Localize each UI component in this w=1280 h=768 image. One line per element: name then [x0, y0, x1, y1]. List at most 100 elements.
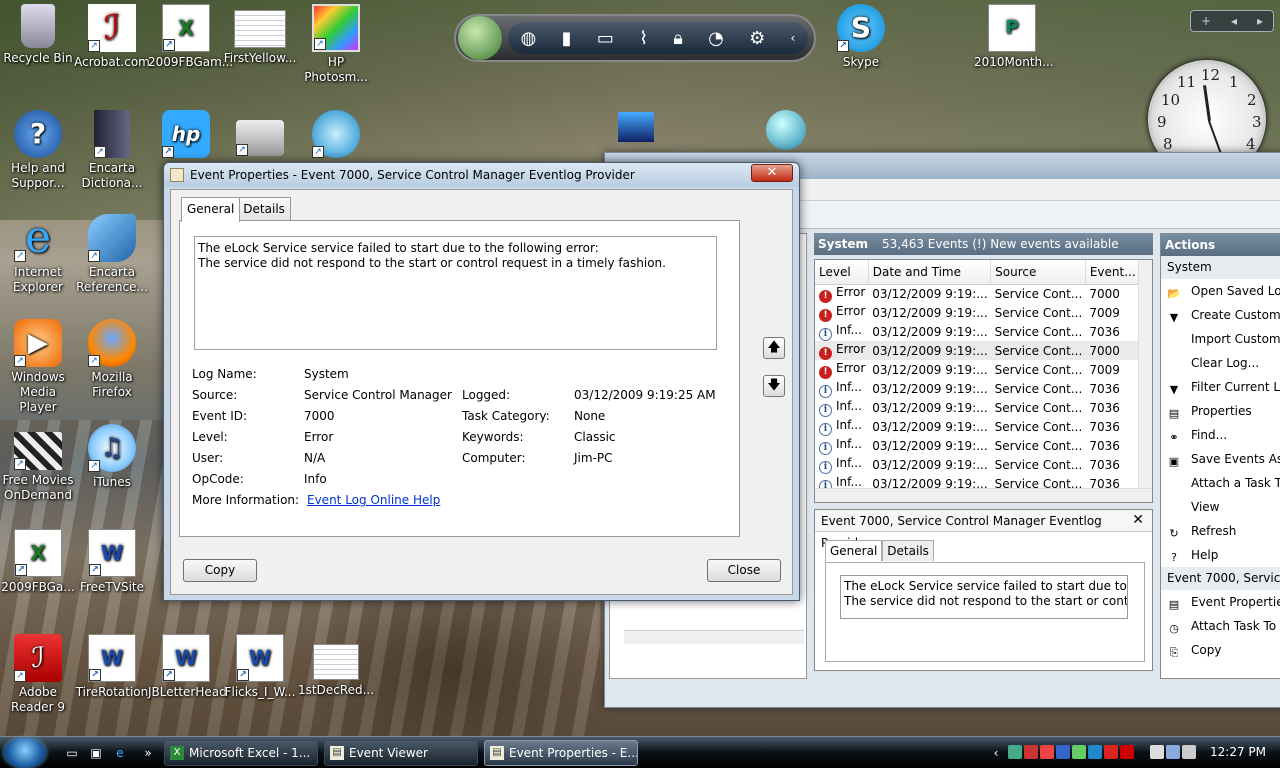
desktop-icon-firefox[interactable]: ↗ Mozilla Firefox	[74, 319, 150, 400]
desktop-icon-internet-explorer[interactable]: e ↗ Internet Explorer	[0, 214, 76, 295]
action-item[interactable]: ? Help	[1161, 543, 1280, 567]
launcher-logo-icon[interactable]	[458, 16, 502, 60]
desktop-icon-hp-photosmart[interactable]: ↗ HP Photosm...	[298, 4, 374, 85]
gear-icon[interactable]: ⚙	[749, 28, 765, 49]
tray-app-icon[interactable]	[1104, 745, 1118, 759]
add-gadget-icon[interactable]: +	[1201, 14, 1211, 28]
table-row[interactable]: i Inf... 03/12/2009 9:19:... Service Cont..…	[815, 322, 1152, 341]
desktop-icon-windows-media-player[interactable]: ▶ ↗ Windows Media Player	[0, 319, 76, 415]
desktop-icon-firstyellow[interactable]: FirstYellow...	[222, 4, 298, 66]
battery-icon[interactable]: ▮	[562, 28, 572, 49]
desktop-icon-acrobat[interactable]: ℐ ↗ Acrobat.com	[74, 4, 150, 70]
actions-section-event[interactable]: Event 7000, Service Control Manager Even…	[1161, 567, 1280, 590]
column-level[interactable]: Level	[815, 260, 869, 285]
taskbar-button-event-properties[interactable]: ▤ Event Properties - E...	[484, 740, 638, 766]
action-item[interactable]: Attach a Task To this Log...	[1161, 471, 1280, 495]
lock-icon[interactable]: 🔒︎	[673, 28, 683, 49]
display-icon[interactable]: ▭	[597, 28, 614, 49]
start-button[interactable]	[4, 738, 46, 768]
desktop-icon-encarta-reference[interactable]: ↗ Encarta Reference...	[74, 214, 150, 295]
action-item[interactable]: ⎘ Copy	[1161, 638, 1280, 662]
show-desktop-icon[interactable]: ▭	[64, 745, 80, 761]
tray-antivirus-icon[interactable]	[1040, 745, 1054, 759]
action-item[interactable]: 📂Open Saved Log...	[1161, 279, 1280, 303]
table-row[interactable]: i Inf... 03/12/2009 9:19:... Service Cont..…	[815, 398, 1152, 417]
column-event-id[interactable]: Event...	[1085, 260, 1141, 285]
grid-vertical-scrollbar[interactable]	[1138, 260, 1152, 502]
tree-horizontal-scrollbar[interactable]	[624, 630, 804, 644]
preview-tab-general[interactable]: General	[825, 540, 883, 561]
desktop-icon-tirerotation[interactable]: W ↗ TireRotation	[74, 634, 150, 700]
table-row[interactable]: i Inf... 03/12/2009 9:19:... Service Cont..…	[815, 379, 1152, 398]
tray-update-icon[interactable]	[1088, 745, 1102, 759]
action-item[interactable]: View	[1161, 495, 1280, 519]
action-item[interactable]: Import Custom View...	[1161, 327, 1280, 351]
action-item[interactable]: ◷Attach Task To This Event...	[1161, 614, 1280, 638]
preview-tab-details[interactable]: Details	[882, 540, 934, 561]
tray-network-icon[interactable]	[1008, 745, 1022, 759]
previous-event-button[interactable]: 🡅	[763, 337, 785, 359]
desktop-icon-flicks[interactable]: W ↗ Flicks_I_W...	[222, 634, 298, 700]
desktop-icon-printer[interactable]: ↗	[222, 110, 298, 159]
tray-bluetooth-icon[interactable]	[1056, 745, 1070, 759]
taskbar-clock[interactable]: 12:27 PM	[1210, 745, 1266, 759]
action-item[interactable]: ▼Filter Current Log...	[1161, 375, 1280, 399]
action-item[interactable]: ▤ Properties	[1161, 399, 1280, 423]
actions-section-system[interactable]: System	[1161, 256, 1280, 279]
table-row[interactable]: i Inf... 03/12/2009 9:19:... Service Cont..…	[815, 455, 1152, 474]
desktop-icon-recycle-bin[interactable]: Recycle Bin	[0, 4, 76, 66]
previous-icon[interactable]: ◂	[1231, 14, 1237, 28]
desktop-icon-1stdecred[interactable]: 1stDecRed...	[298, 634, 374, 698]
action-item[interactable]: ↻ Refresh	[1161, 519, 1280, 543]
tab-details[interactable]: Details	[237, 197, 291, 220]
desktop-icon-quicktime[interactable]: ↗	[298, 110, 374, 161]
action-item[interactable]: ⚭ Find...	[1161, 423, 1280, 447]
table-row[interactable]: i Inf... 03/12/2009 9:19:... Service Cont..…	[815, 417, 1152, 436]
close-button[interactable]: Close	[707, 559, 781, 582]
tray-security-icon[interactable]	[1024, 745, 1038, 759]
desktop-icon-globe[interactable]	[748, 110, 824, 153]
desktop-icon-skype[interactable]: S ↗ Skype	[823, 4, 899, 70]
action-item[interactable]: ▤ Event Properties	[1161, 590, 1280, 614]
dialog-titlebar[interactable]: Event Properties - Event 7000, Service C…	[164, 163, 799, 187]
desktop-icon-freetvsite[interactable]: W ↗ FreeTVSite	[74, 529, 150, 595]
tray-acrobat-icon[interactable]	[1120, 745, 1134, 759]
tab-general[interactable]: General	[181, 197, 241, 222]
desktop-icon-network[interactable]	[598, 110, 674, 145]
taskbar-button-event-viewer[interactable]: ▤ Event Viewer	[324, 740, 478, 766]
event-description[interactable]: The eLock Service service failed to star…	[194, 236, 717, 350]
event-log-online-help-link[interactable]: Event Log Online Help	[307, 493, 440, 507]
tray-messenger-icon[interactable]	[1072, 745, 1086, 759]
desktop-icon-adobe-reader[interactable]: ℐ ↗ Adobe Reader 9	[0, 634, 76, 715]
power-plug-icon[interactable]: ⌇	[639, 28, 648, 49]
desktop-icon-free-movies[interactable]: ↗ Free Movies OnDemand	[0, 424, 76, 503]
desktop-icon-help-support[interactable]: ? Help and Suppor...	[0, 110, 76, 191]
desktop-icon-itunes[interactable]: ♫ ↗ iTunes	[74, 424, 150, 490]
tray-device-icon[interactable]	[1150, 745, 1164, 759]
quick-launch-overflow-icon[interactable]: »	[140, 745, 156, 761]
grid-horizontal-scrollbar[interactable]	[815, 488, 1152, 502]
desktop-icon-jbletterhead[interactable]: W ↗ JBLetterHead	[148, 634, 227, 700]
dialog-close-button[interactable]: ✕	[751, 164, 793, 182]
desktop-icon-2010month[interactable]: P 2010Month...	[974, 4, 1054, 70]
preview-close-icon[interactable]: ✕	[1132, 512, 1144, 528]
table-row[interactable]: ! Error 03/12/2009 9:19:... Service Cont...…	[815, 360, 1152, 379]
desktop-icon-encarta-dictionary[interactable]: ↗ Encarta Dictiona...	[74, 110, 150, 191]
tray-volume-icon[interactable]	[1182, 745, 1196, 759]
desktop-icon-2009fbgam[interactable]: X ↗ 2009FBGam...	[148, 4, 233, 70]
collapse-arrow-icon[interactable]: ‹	[790, 31, 795, 45]
switch-windows-icon[interactable]: ▣	[88, 745, 104, 761]
internet-explorer-icon[interactable]: e	[112, 745, 128, 761]
taskbar-button-excel[interactable]: X Microsoft Excel - 1...	[164, 740, 318, 766]
column-date-time[interactable]: Date and Time	[868, 260, 992, 285]
action-item[interactable]: ▼Create Custom View...	[1161, 303, 1280, 327]
action-item[interactable]: Clear Log...	[1161, 351, 1280, 375]
next-icon[interactable]: ▸	[1257, 14, 1263, 28]
table-row[interactable]: i Inf... 03/12/2009 9:19:... Service Cont..…	[815, 436, 1152, 455]
column-source[interactable]: Source	[990, 260, 1086, 285]
desktop-icon-hp[interactable]: hp ↗	[148, 110, 224, 161]
table-row[interactable]: ! Error 03/12/2009 9:19:... Service Cont...…	[815, 284, 1152, 303]
tray-expand-icon[interactable]: ‹	[988, 745, 1004, 761]
globe-icon[interactable]: ◍	[521, 28, 537, 49]
table-row[interactable]: ! Error 03/12/2009 9:19:... Service Cont...…	[815, 341, 1152, 360]
